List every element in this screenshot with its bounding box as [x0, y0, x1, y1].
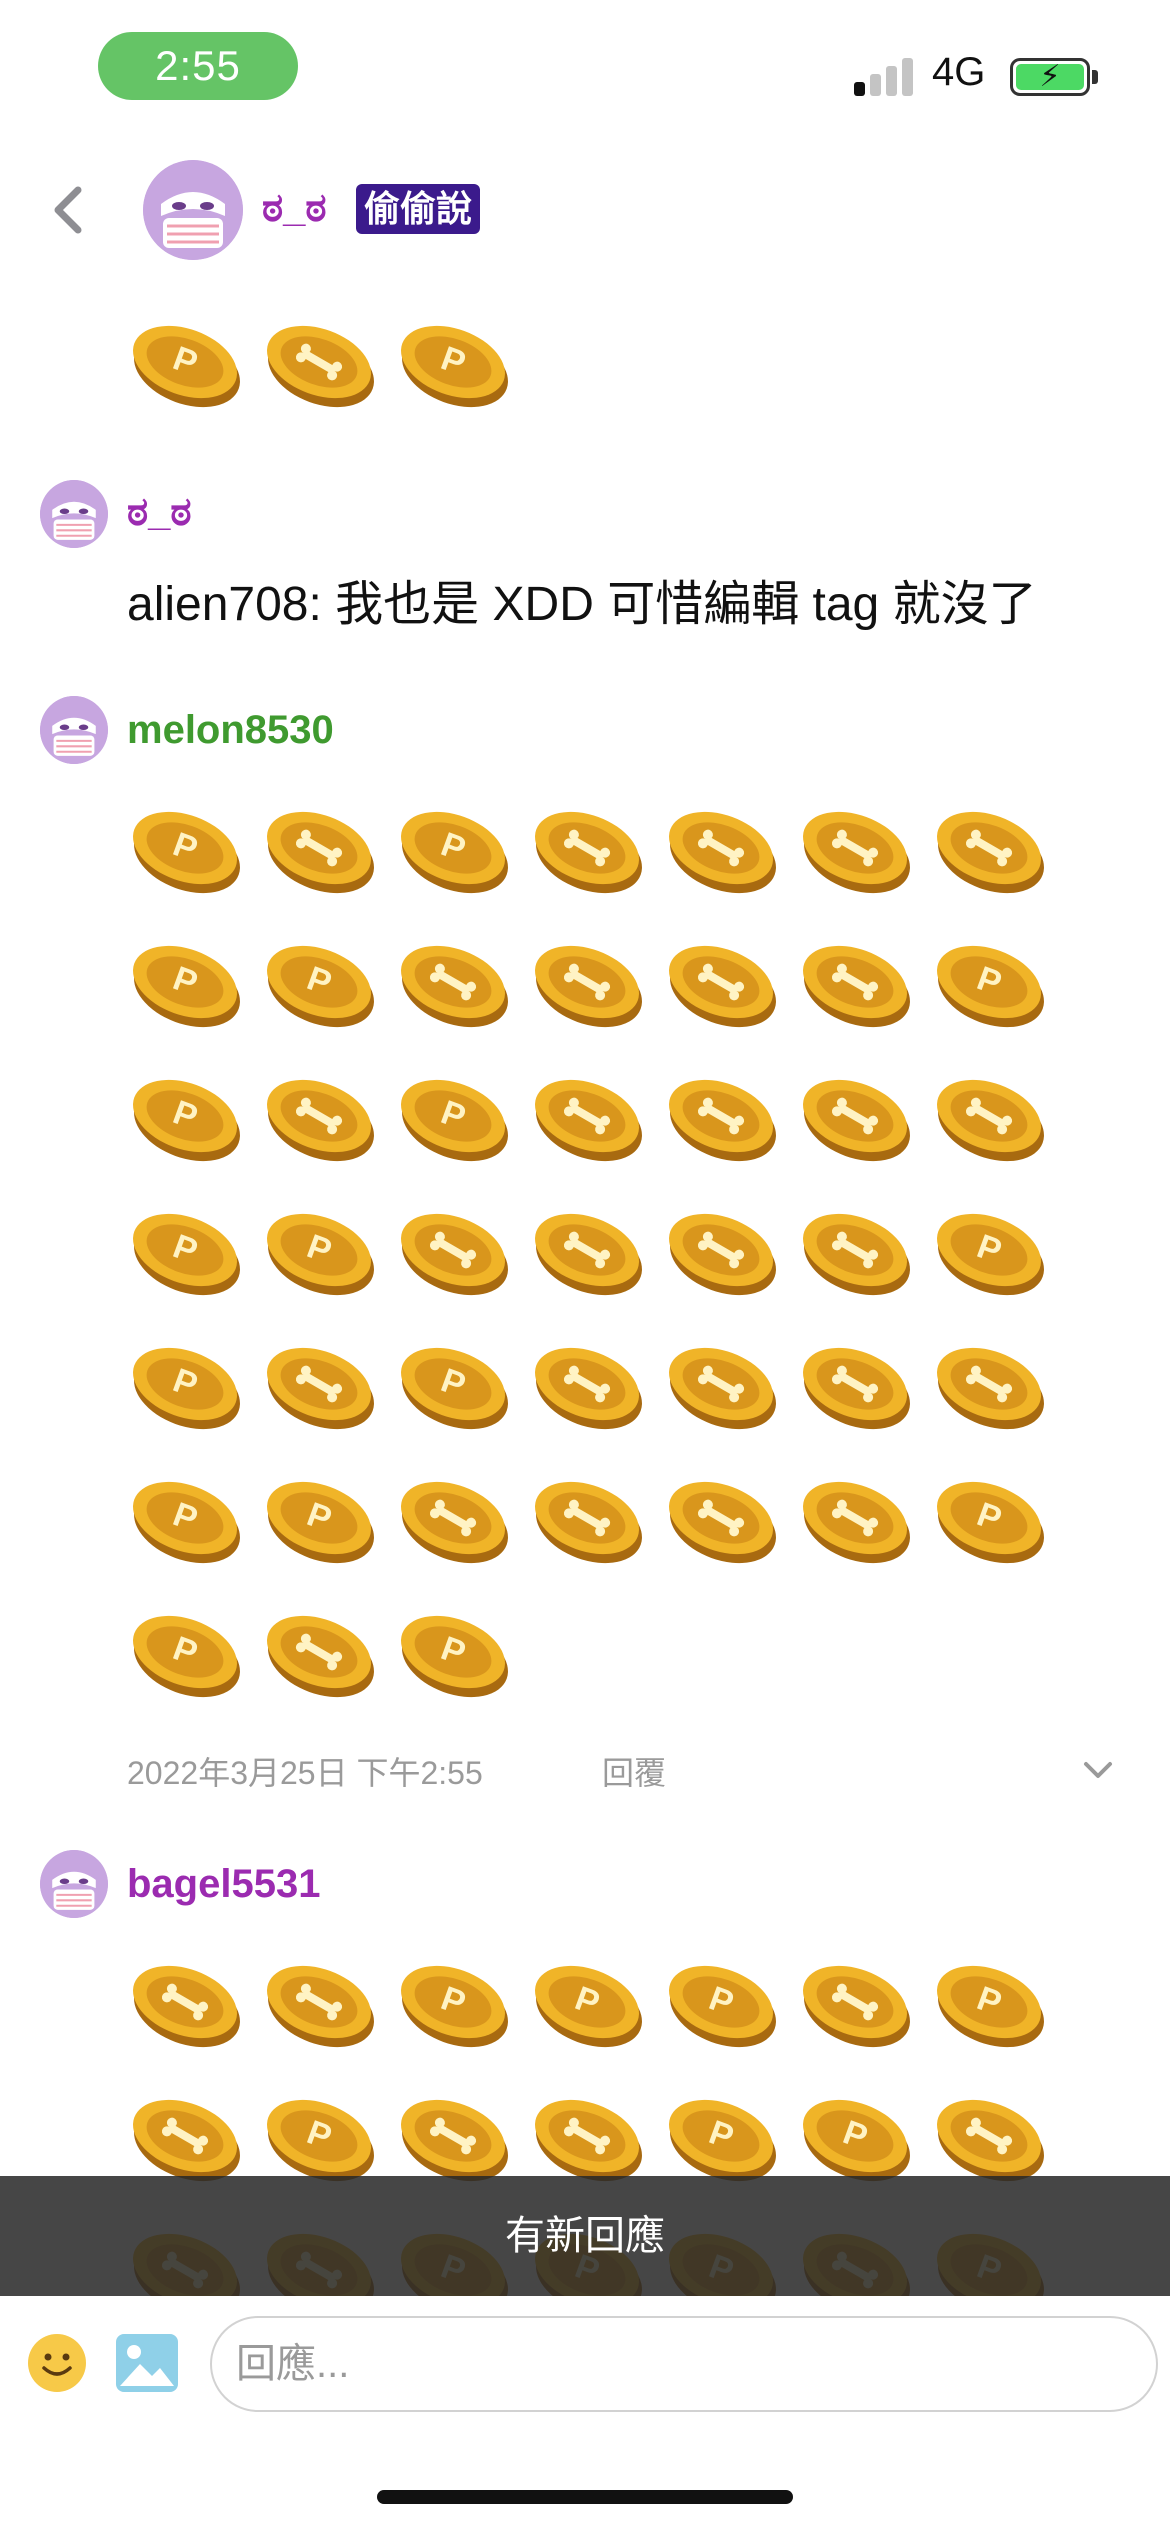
coin-bone-icon [267, 1615, 374, 1698]
image-icon[interactable] [114, 2332, 180, 2394]
coin-bone-icon [401, 1213, 508, 1296]
new-reply-banner[interactable]: 有新回應 [0, 2176, 1170, 2296]
coin-p-icon: P [267, 1213, 374, 1296]
battery-cap [1092, 70, 1098, 84]
coin-p-icon: P [401, 811, 508, 894]
reply-bar [0, 2296, 1170, 2532]
comment-username[interactable]: ಠ_ಠ [127, 490, 192, 535]
comment-item: ಠ_ಠ alien708: 我也是 XDD 可惜編輯 tag 就沒了 [0, 480, 1170, 700]
coin-p-icon: P [937, 1213, 1044, 1296]
masked-avatar-icon [40, 480, 108, 548]
coin-bone-icon [267, 1347, 374, 1430]
chevron-left-icon[interactable] [40, 180, 100, 240]
coin-bone-icon [133, 2099, 240, 2182]
smiley-icon[interactable] [26, 2332, 88, 2394]
home-indicator [377, 2490, 793, 2504]
masked-avatar-icon [40, 1850, 108, 1918]
coin-bone-icon [803, 811, 910, 894]
coin-bone-icon [803, 945, 910, 1028]
coin-p-icon: P [133, 811, 240, 894]
coin-p-icon: P [937, 945, 1044, 1028]
comment-username[interactable]: melon8530 [127, 708, 334, 753]
network-type: 4G [932, 50, 986, 94]
avatar[interactable] [40, 480, 108, 548]
comment-text: alien708: 我也是 XDD 可惜編輯 tag 就沒了 [127, 578, 1037, 631]
coin-p-icon: P [133, 1615, 240, 1698]
coin-bone-icon [937, 811, 1044, 894]
coin-p-icon: P [803, 2099, 910, 2182]
coin-p-icon: P [133, 1347, 240, 1430]
coin-bone-icon [669, 945, 776, 1028]
coin-sticker-grid: PPPPPPPPPPPPPPPPP [127, 796, 1067, 1746]
coin-bone-icon [669, 811, 776, 894]
avatar[interactable] [40, 1850, 108, 1918]
coin-bone-icon [535, 811, 642, 894]
coin-bone-icon [803, 1079, 910, 1162]
status-bar: 2:55 4G ⚡ [0, 0, 1170, 140]
coin-bone-icon [669, 1213, 776, 1296]
reply-input[interactable] [210, 2316, 1158, 2412]
coin-bone-icon [669, 1079, 776, 1162]
coin-bone-icon [401, 1481, 508, 1564]
coin-bone-icon [535, 2099, 642, 2182]
coin-bone-icon [535, 1213, 642, 1296]
coin-p-icon: P [133, 1481, 240, 1564]
battery-icon: ⚡ [1010, 58, 1090, 96]
post-header: ಠ_ಠ 偷偷說 [0, 150, 1170, 270]
coin-p-icon: P [401, 325, 508, 408]
coin-bone-icon [267, 1965, 374, 2048]
coin-p-icon: P [133, 1079, 240, 1162]
coin-p-icon: P [669, 1965, 776, 2048]
coin-bone-icon [669, 1481, 776, 1564]
coin-p-icon: P [133, 1213, 240, 1296]
coin-p-icon: P [133, 325, 240, 408]
coin-p-icon: P [401, 1079, 508, 1162]
coin-bone-icon [669, 1347, 776, 1430]
comment-item: melon8530 PPPPPPPPPPPPPPPPP 2022年3月25日 下… [0, 696, 1170, 2046]
coin-bone-icon [535, 1481, 642, 1564]
coin-bone-icon [267, 325, 374, 408]
coin-bone-icon [937, 1079, 1044, 1162]
coin-bone-icon [803, 1965, 910, 2048]
coin-p-icon: P [401, 1347, 508, 1430]
signal-strength-icon [854, 58, 916, 96]
coin-p-icon: P [267, 945, 374, 1028]
coin-bone-icon [401, 2099, 508, 2182]
coin-bone-icon [937, 2099, 1044, 2182]
new-reply-label: 有新回應 [505, 2214, 665, 2258]
header-username[interactable]: ಠ_ಠ [262, 186, 327, 231]
status-time: 2:55 [98, 32, 298, 100]
coin-p-icon: P [937, 1481, 1044, 1564]
comment-timestamp: 2022年3月25日 下午2:55 [127, 1755, 483, 1791]
coin-bone-icon [803, 1347, 910, 1430]
coin-p-icon: P [133, 945, 240, 1028]
coin-bone-icon [267, 811, 374, 894]
coin-p-icon: P [267, 1481, 374, 1564]
masked-avatar-icon [40, 696, 108, 764]
comment-username[interactable]: bagel5531 [127, 1862, 320, 1907]
coin-bone-icon [133, 1965, 240, 2048]
masked-avatar-icon [143, 160, 243, 260]
coin-p-icon: P [535, 1965, 642, 2048]
coin-bone-icon [401, 945, 508, 1028]
coin-bone-icon [267, 1079, 374, 1162]
coin-bone-icon [535, 1347, 642, 1430]
anonymous-badge: 偷偷說 [356, 184, 481, 234]
avatar[interactable] [40, 696, 108, 764]
coin-bone-icon [535, 945, 642, 1028]
coin-bone-icon [535, 1079, 642, 1162]
coin-bone-icon [803, 1481, 910, 1564]
chevron-down-icon[interactable] [1078, 1750, 1118, 1790]
coin-row-previous: PP [127, 310, 1067, 430]
reply-button[interactable]: 回覆 [602, 1748, 666, 1794]
coin-bone-icon [803, 1213, 910, 1296]
coin-p-icon: P [401, 1615, 508, 1698]
coin-p-icon: P [937, 1965, 1044, 2048]
coin-p-icon: P [669, 2099, 776, 2182]
coin-bone-icon [937, 1347, 1044, 1430]
coin-p-icon: P [401, 1965, 508, 2048]
coin-p-icon: P [267, 2099, 374, 2182]
avatar[interactable] [143, 160, 243, 260]
